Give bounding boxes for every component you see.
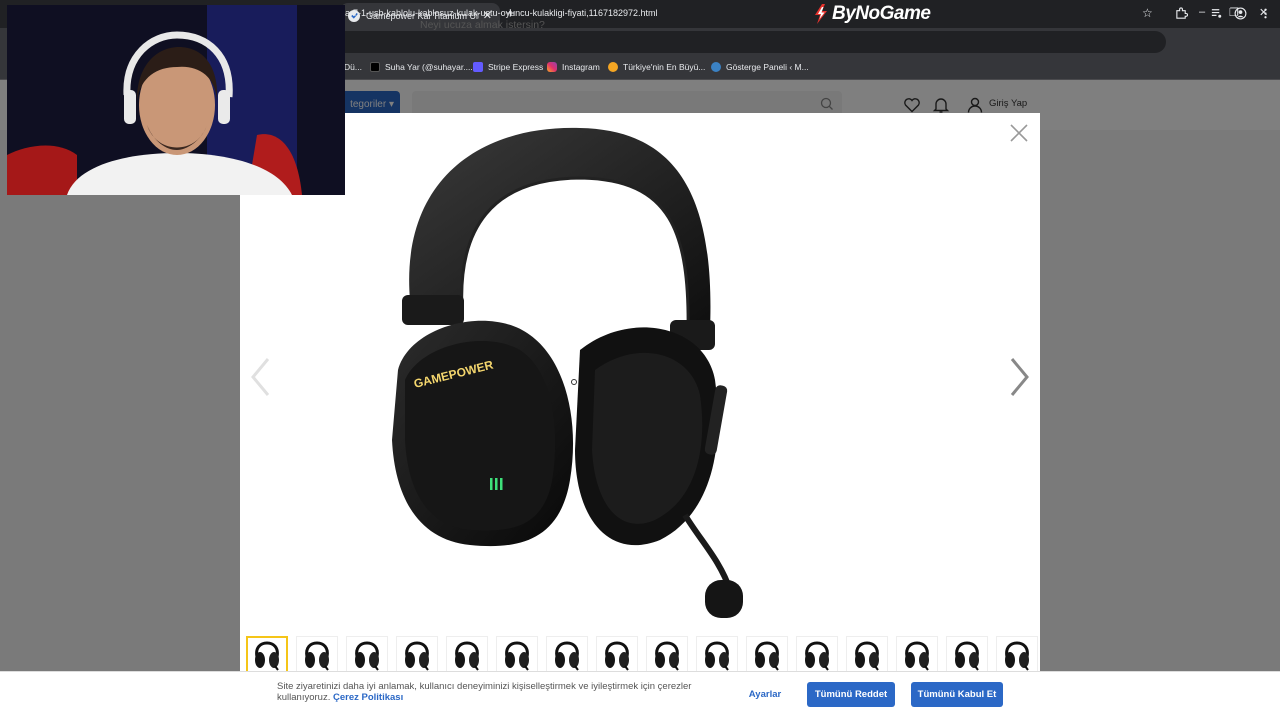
thumbnail-item[interactable] (496, 636, 538, 676)
bookmark-label: Dü... (344, 62, 362, 72)
next-arrow-icon[interactable] (1008, 355, 1032, 399)
headset-thumbnail-icon (555, 641, 579, 671)
thumbnail-item[interactable] (796, 636, 838, 676)
bookmark-item[interactable]: Stripe Express (473, 62, 543, 72)
thumbnail-item[interactable] (396, 636, 438, 676)
stripe-icon (473, 62, 483, 72)
bynogame-logo-icon (815, 4, 827, 24)
bookmark-item[interactable]: Dü... (344, 62, 362, 72)
brand-logo: ByNoGame (812, 2, 931, 26)
cookie-text: Site ziyaretinizi daha iyi anlamak, kull… (277, 681, 737, 703)
thumbnail-item[interactable] (996, 636, 1038, 676)
headset-thumbnail-icon (305, 641, 329, 671)
headset-thumbnail-icon (405, 641, 429, 671)
webcam-overlay (7, 5, 345, 195)
thumbnail-item[interactable] (546, 636, 588, 676)
mouse-cursor (571, 379, 577, 385)
headset-thumbnail-icon (455, 641, 479, 671)
cookie-policy-link[interactable]: Çerez Politikası (333, 692, 403, 703)
bookmark-label: Instagram (562, 62, 600, 72)
profile-icon[interactable] (1234, 7, 1247, 20)
headset-thumbnail-icon (355, 641, 379, 671)
headset-thumbnail-icon (755, 641, 779, 671)
thumbnail-item[interactable] (696, 636, 738, 676)
headset-thumbnail-icon (855, 641, 879, 671)
bookmark-item[interactable]: Suha Yar (@suhayar.... (370, 62, 473, 72)
bookmark-item[interactable]: Gösterge Paneli ‹ M... (711, 62, 809, 72)
bookmark-item[interactable]: Instagram (547, 62, 600, 72)
headset-thumbnail-icon (655, 641, 679, 671)
headset-thumbnail-icon (805, 641, 829, 671)
minimize-icon[interactable]: – (1199, 6, 1205, 18)
screen: Gamepower Kai Titanium Ultra ✕ + ByNoGam… (0, 0, 1280, 720)
thumbnail-item[interactable] (946, 636, 988, 676)
headset-thumbnail-icon (705, 641, 729, 671)
extensions-icon[interactable] (1175, 7, 1188, 20)
close-icon[interactable] (1008, 122, 1030, 144)
browser-menu-icon[interactable] (1259, 7, 1272, 20)
headset-thumbnail-icon (1005, 641, 1029, 671)
headset-thumbnail-icon (605, 641, 629, 671)
thumbnail-item[interactable] (646, 636, 688, 676)
product-image-headset[interactable]: GAMEPOWER (370, 120, 770, 625)
bookmark-star-icon[interactable]: ☆ (1142, 6, 1153, 20)
thumbnail-item[interactable] (846, 636, 888, 676)
thumbnail-item[interactable] (746, 636, 788, 676)
headset-thumbnail-icon (955, 641, 979, 671)
media-controls-icon[interactable] (1210, 7, 1223, 20)
brand-name: ByNoGame (832, 3, 931, 24)
bookmark-label: Türkiye'nin En Büyü... (623, 62, 706, 72)
bookmark-item[interactable]: Türkiye'nin En Büyü... (608, 62, 705, 72)
thumbnail-item[interactable] (346, 636, 388, 676)
address-bar[interactable] (330, 31, 1166, 53)
thumbnail-item[interactable] (446, 636, 488, 676)
thumbnail-item[interactable] (896, 636, 938, 676)
previous-arrow-icon[interactable] (248, 355, 272, 399)
wordpress-icon (711, 62, 721, 72)
site-icon (608, 62, 618, 72)
bookmark-label: Stripe Express (488, 62, 544, 72)
headset-thumbnail-icon (505, 641, 529, 671)
thumbnail-item[interactable] (246, 636, 288, 676)
thumbnail-strip (246, 635, 1040, 676)
search-placeholder: Neyi ucuza almak istersin? (420, 19, 545, 31)
reject-all-button[interactable]: Tümünü Reddet (807, 682, 895, 707)
accept-all-button[interactable]: Tümünü Kabul Et (911, 682, 1003, 707)
instagram-icon (547, 62, 557, 72)
tiktok-icon (370, 62, 380, 72)
url-text[interactable]: ra-7-1-usb-kablolu-kablosuz-kulak-ustu-o… (342, 8, 658, 18)
bookmark-label: Suha Yar (@suhayar.... (385, 62, 473, 72)
thumbnail-item[interactable] (296, 636, 338, 676)
headset-thumbnail-icon (255, 641, 279, 671)
cookie-settings-button[interactable]: Ayarlar (740, 682, 790, 706)
bookmark-label: Gösterge Paneli ‹ M... (726, 62, 809, 72)
thumbnail-item[interactable] (596, 636, 638, 676)
headset-thumbnail-icon (905, 641, 929, 671)
